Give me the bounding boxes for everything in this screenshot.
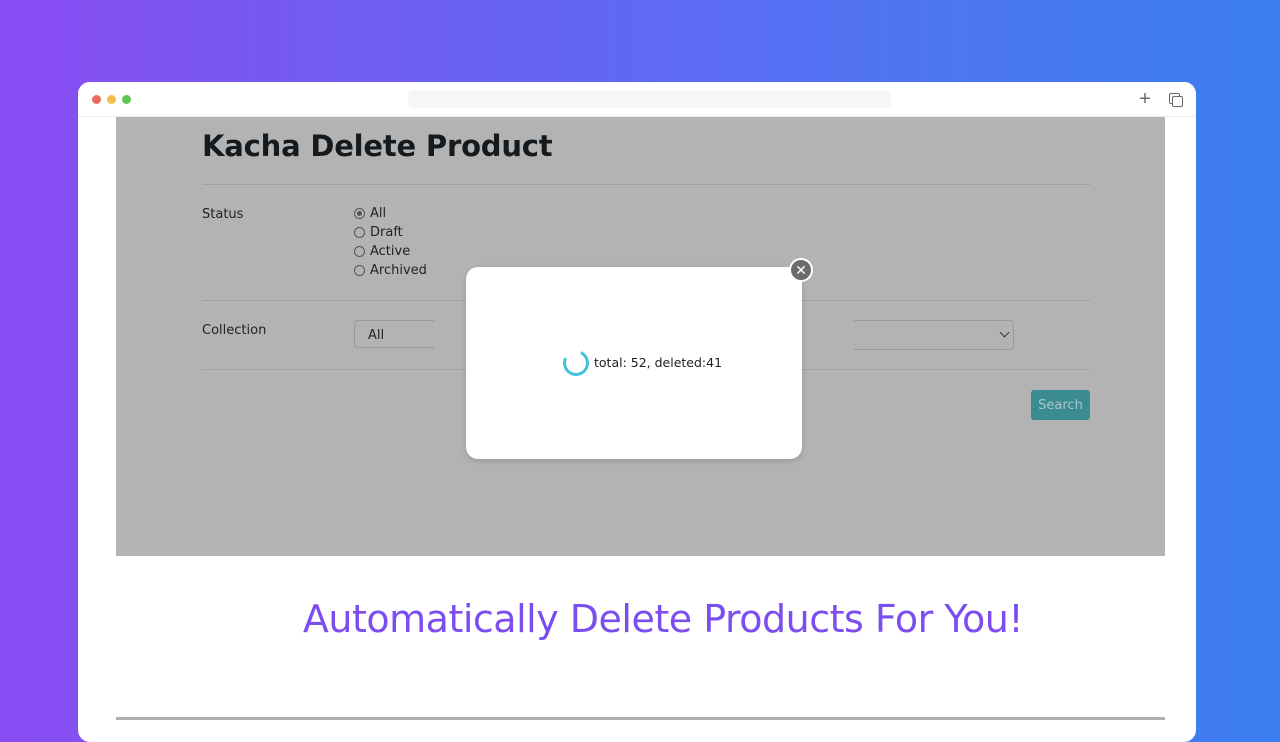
loading-spinner-icon bbox=[559, 346, 593, 380]
collection-select[interactable]: All bbox=[354, 320, 434, 348]
collection-select-dropdown[interactable] bbox=[854, 320, 1014, 350]
divider bbox=[202, 184, 1090, 185]
radio-label: Archived bbox=[370, 263, 427, 278]
browser-window: + Kacha Delete Product Status All Draft … bbox=[78, 82, 1196, 742]
progress-status-text: total: 52, deleted:41 bbox=[594, 355, 723, 370]
page-title: Kacha Delete Product bbox=[202, 129, 553, 163]
address-bar[interactable] bbox=[408, 90, 891, 108]
radio-button[interactable] bbox=[354, 227, 365, 238]
radio-label: Active bbox=[370, 244, 411, 259]
chevron-down-icon bbox=[999, 327, 1010, 338]
status-radio-archived[interactable]: Archived bbox=[354, 261, 427, 280]
radio-button[interactable] bbox=[354, 246, 365, 257]
radio-button[interactable] bbox=[354, 265, 365, 276]
search-button[interactable]: Search bbox=[1031, 390, 1090, 420]
collection-label: Collection bbox=[202, 323, 267, 338]
radio-button[interactable] bbox=[354, 208, 365, 219]
radio-label: All bbox=[370, 206, 387, 221]
status-radio-draft[interactable]: Draft bbox=[354, 223, 403, 242]
status-label: Status bbox=[202, 207, 244, 222]
progress-modal: total: 52, deleted:41 bbox=[466, 267, 802, 459]
tabs-icon[interactable] bbox=[1166, 90, 1184, 108]
window-maximize-button[interactable] bbox=[122, 95, 131, 104]
close-icon[interactable]: ✕ bbox=[789, 258, 813, 282]
status-radio-all[interactable]: All bbox=[354, 204, 386, 223]
window-close-button[interactable] bbox=[92, 95, 101, 104]
window-minimize-button[interactable] bbox=[107, 95, 116, 104]
radio-label: Draft bbox=[370, 225, 403, 240]
browser-toolbar: + bbox=[78, 82, 1196, 117]
tagline: Automatically Delete Products For You! bbox=[302, 597, 1024, 641]
plus-icon[interactable]: + bbox=[1136, 89, 1154, 109]
status-radio-active[interactable]: Active bbox=[354, 242, 410, 261]
